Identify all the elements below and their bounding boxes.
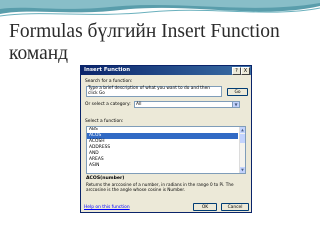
scroll-down-icon[interactable]: ▼ <box>240 167 245 173</box>
cancel-button[interactable]: Cancel <box>221 203 249 211</box>
search-label: Search for a function: <box>85 79 133 84</box>
function-list[interactable]: ABS ACOS ACOSH ADDRESS AND AREAS ASIN ▲ … <box>86 126 246 174</box>
help-link[interactable]: Help on this function <box>84 205 130 210</box>
insert-function-dialog: Insert Function ? X Search for a functio… <box>80 65 252 213</box>
function-list-label: Select a function: <box>85 119 124 124</box>
category-value: All <box>136 102 142 107</box>
go-button[interactable]: Go <box>227 88 248 96</box>
category-label: Or select a category: <box>85 102 131 107</box>
close-icon[interactable]: X <box>241 67 250 75</box>
dialog-title: Insert Function <box>84 67 131 73</box>
category-select[interactable]: All ▼ <box>134 101 240 108</box>
scroll-thumb[interactable] <box>240 134 245 143</box>
chevron-down-icon[interactable]: ▼ <box>232 102 239 107</box>
function-signature: ACOS(number) <box>86 176 125 181</box>
list-scrollbar[interactable]: ▲ ▼ <box>239 127 245 173</box>
slide-title: Formulas бүлгийн Insert Function команд <box>9 21 280 64</box>
help-icon[interactable]: ? <box>232 67 241 75</box>
search-input[interactable]: Type a brief description of what you wan… <box>86 86 222 97</box>
ok-button[interactable]: OK <box>193 203 217 211</box>
list-item[interactable]: ASIN <box>87 163 245 169</box>
function-description: Returns the arccosine of a number, in ra… <box>86 182 234 193</box>
scroll-up-icon[interactable]: ▲ <box>240 127 245 133</box>
dialog-titlebar[interactable]: Insert Function ? X <box>81 66 251 75</box>
